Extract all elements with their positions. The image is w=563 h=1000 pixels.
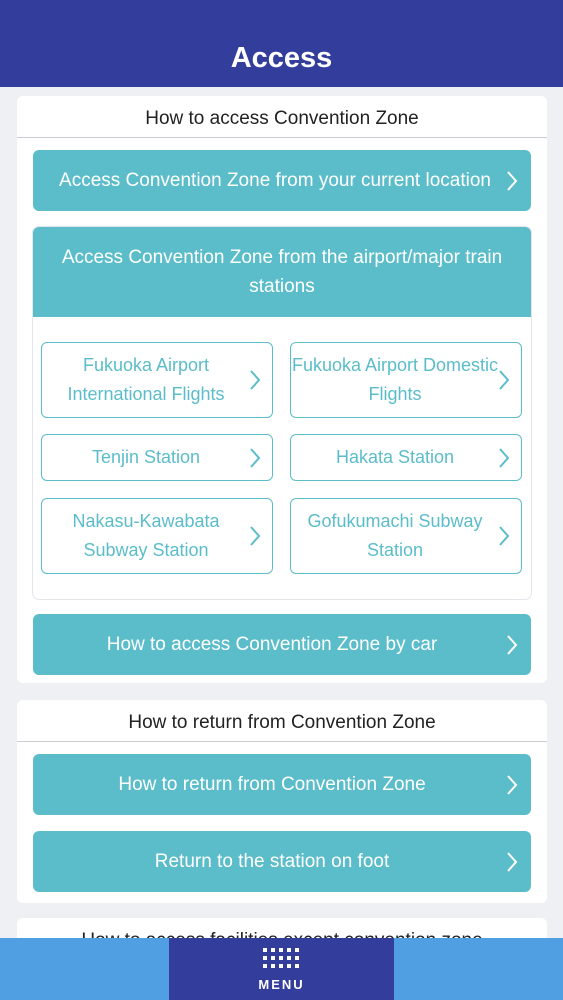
- menu-button[interactable]: MENU: [169, 938, 394, 1000]
- station-label: Tenjin Station: [91, 447, 201, 467]
- return-from-zone-label: How to return from Convention Zone: [118, 773, 426, 795]
- bottom-nav-bar: MENU: [0, 938, 563, 1000]
- access-section-card: How to access Convention Zone Access Con…: [17, 96, 547, 683]
- chevron-right-icon: [507, 634, 518, 655]
- station-label: Fukuoka Airport International Flights: [67, 355, 225, 404]
- chevron-right-icon: [250, 526, 261, 546]
- station-label: Hakata Station: [335, 447, 455, 467]
- current-location-button[interactable]: Access Convention Zone from your current…: [33, 150, 531, 211]
- chevron-right-icon: [507, 774, 518, 795]
- chevron-right-icon: [499, 447, 510, 468]
- content-scroll-area[interactable]: How to access Convention Zone Access Con…: [0, 87, 563, 938]
- menu-label: MENU: [258, 977, 305, 992]
- station-button-nakasu-kawabata[interactable]: Nakasu-Kawabata Subway Station: [41, 498, 273, 574]
- chevron-right-icon: [499, 370, 510, 390]
- chevron-right-icon: [250, 447, 261, 468]
- access-section-title: How to access Convention Zone: [17, 96, 547, 138]
- station-label: Nakasu-Kawabata Subway Station: [72, 511, 220, 560]
- chevron-right-icon: [499, 526, 510, 546]
- airport-stations-panel: Access Convention Zone from the airport/…: [33, 227, 531, 599]
- return-on-foot-button[interactable]: Return to the station on foot: [33, 831, 531, 892]
- chevron-right-icon: [507, 170, 518, 191]
- current-location-label: Access Convention Zone from your current…: [59, 169, 491, 191]
- facilities-section-card: How to access facilities except conventi…: [17, 918, 547, 938]
- grid-menu-icon: [263, 948, 299, 968]
- access-by-car-label: How to access Convention Zone by car: [106, 633, 438, 655]
- return-section-title: How to return from Convention Zone: [17, 700, 547, 742]
- station-button-fukuoka-airport-international[interactable]: Fukuoka Airport International Flights: [41, 342, 273, 418]
- station-button-tenjin[interactable]: Tenjin Station: [41, 434, 273, 481]
- station-label: Fukuoka Airport Domestic Flights: [291, 355, 499, 404]
- airport-stations-panel-title: Access Convention Zone from the airport/…: [33, 227, 531, 317]
- station-button-fukuoka-airport-domestic[interactable]: Fukuoka Airport Domestic Flights: [290, 342, 522, 418]
- app-header: Access: [0, 0, 563, 87]
- access-by-car-button[interactable]: How to access Convention Zone by car: [33, 614, 531, 675]
- return-from-zone-button[interactable]: How to return from Convention Zone: [33, 754, 531, 815]
- return-section-card: How to return from Convention Zone How t…: [17, 700, 547, 903]
- station-label: Gofukumachi Subway Station: [307, 511, 483, 560]
- chevron-right-icon: [250, 370, 261, 390]
- return-on-foot-label: Return to the station on foot: [154, 850, 390, 872]
- page-title: Access: [230, 42, 333, 74]
- station-button-gofukumachi[interactable]: Gofukumachi Subway Station: [290, 498, 522, 574]
- facilities-section-title: How to access facilities except conventi…: [17, 918, 547, 938]
- station-button-hakata[interactable]: Hakata Station: [290, 434, 522, 481]
- chevron-right-icon: [507, 851, 518, 872]
